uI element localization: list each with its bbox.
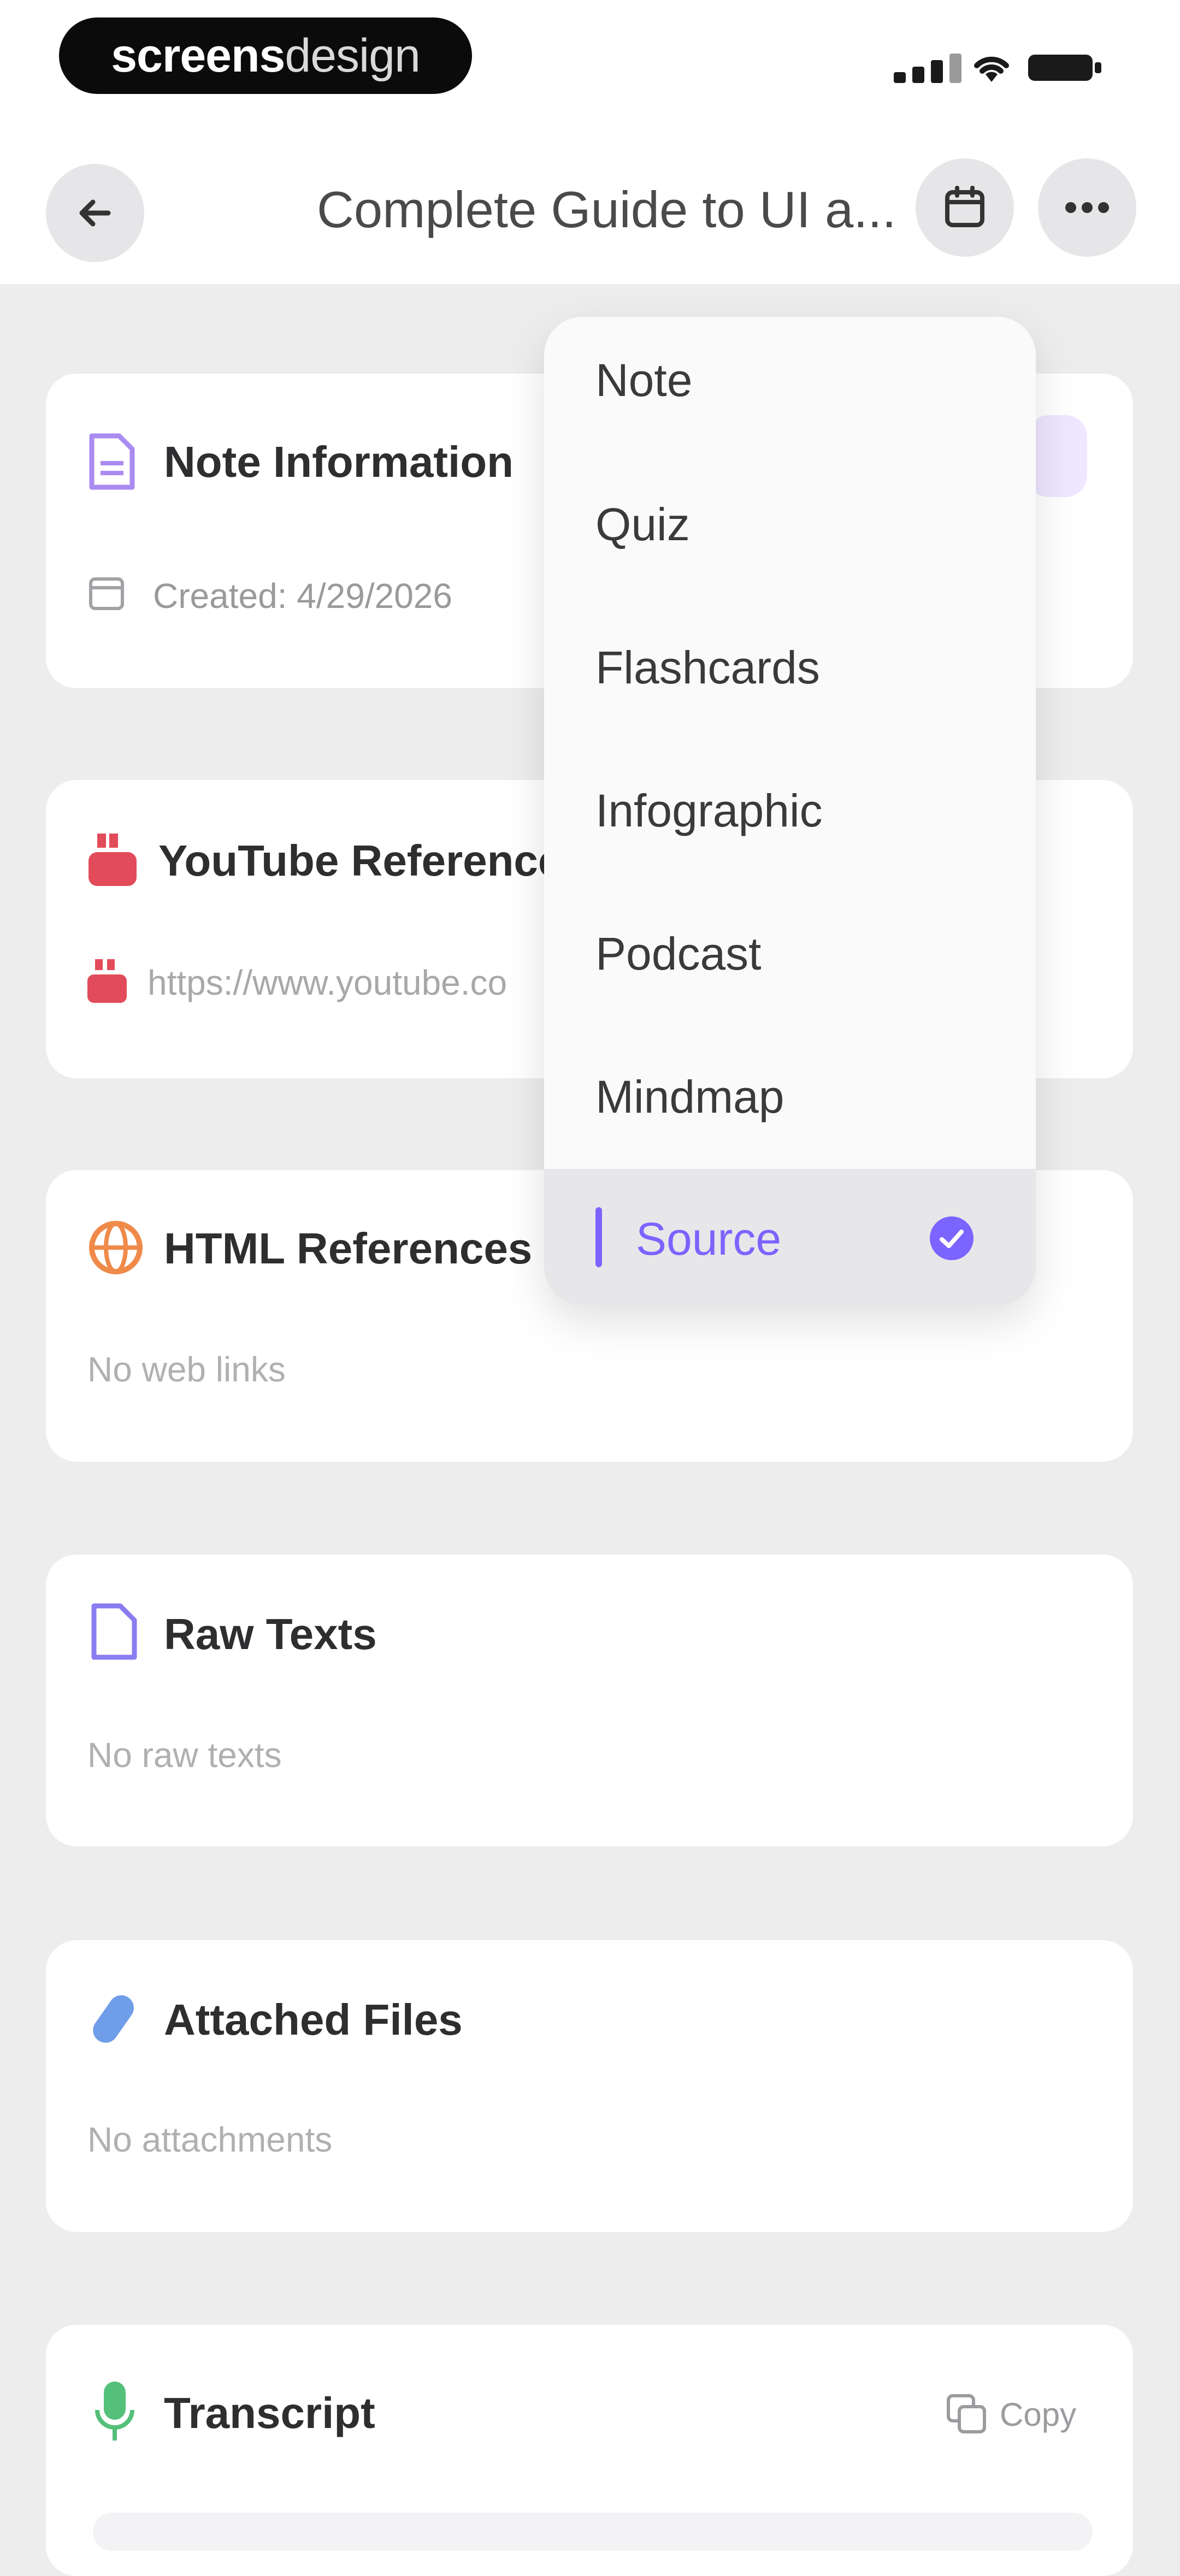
brand-logo: screens design [59,17,472,94]
calendar-small-icon [89,577,124,610]
check-circle-icon [930,1216,974,1260]
more-options-button[interactable] [1038,158,1136,257]
document-icon [89,433,135,490]
attached-files-card [46,1940,1133,2232]
calendar-icon [945,186,984,227]
signal-icon [894,54,961,83]
raw-texts-title: Raw Texts [164,1610,377,1658]
raw-texts-card [46,1555,1133,1846]
paperclip-icon [93,1995,134,2043]
menu-item-flashcards[interactable]: Flashcards [595,624,978,711]
brand-text-screens: screens [111,29,285,82]
brand-text-design: design [285,29,420,82]
calendar-button[interactable] [916,158,1014,257]
transcript-title: Transcript [164,2389,375,2437]
youtube-link[interactable]: https://www.youtube.co [148,962,507,1003]
created-date: Created: 4/29/2026 [153,576,452,616]
attached-files-title: Attached Files [164,1995,463,2044]
copy-button[interactable]: Copy [945,2392,1076,2436]
wifi-icon [974,56,1009,82]
youtube-small-icon [87,959,127,1003]
transcript-content [93,2513,1093,2551]
menu-item-note[interactable]: Note [595,336,978,424]
html-empty-text: No web links [87,1350,286,1389]
page-title: Complete Guide to UI a... [317,181,896,238]
menu-item-mindmap[interactable]: Mindmap [595,1053,978,1141]
back-button[interactable] [46,164,144,262]
file-icon [91,1603,137,1660]
more-dots-icon [1065,202,1109,213]
selected-indicator-bar [595,1207,602,1267]
copy-label: Copy [1000,2396,1077,2433]
youtube-icon [88,834,137,886]
menu-item-infographic[interactable]: Infographic [595,767,978,854]
arrow-left-icon [79,199,111,227]
menu-item-podcast[interactable]: Podcast [595,910,978,997]
microphone-icon [95,2382,134,2441]
raw-texts-empty-text: No raw texts [87,1735,282,1775]
youtube-references-title: YouTube References [158,836,587,885]
html-references-title: HTML References [164,1224,533,1273]
attachments-empty-text: No attachments [87,2120,333,2159]
menu-item-quiz[interactable]: Quiz [595,481,978,568]
battery-icon [1028,55,1101,81]
note-badge[interactable] [1027,415,1087,497]
copy-icon [947,2394,986,2433]
globe-icon [89,1221,143,1274]
note-information-title: Note Information [164,438,514,486]
